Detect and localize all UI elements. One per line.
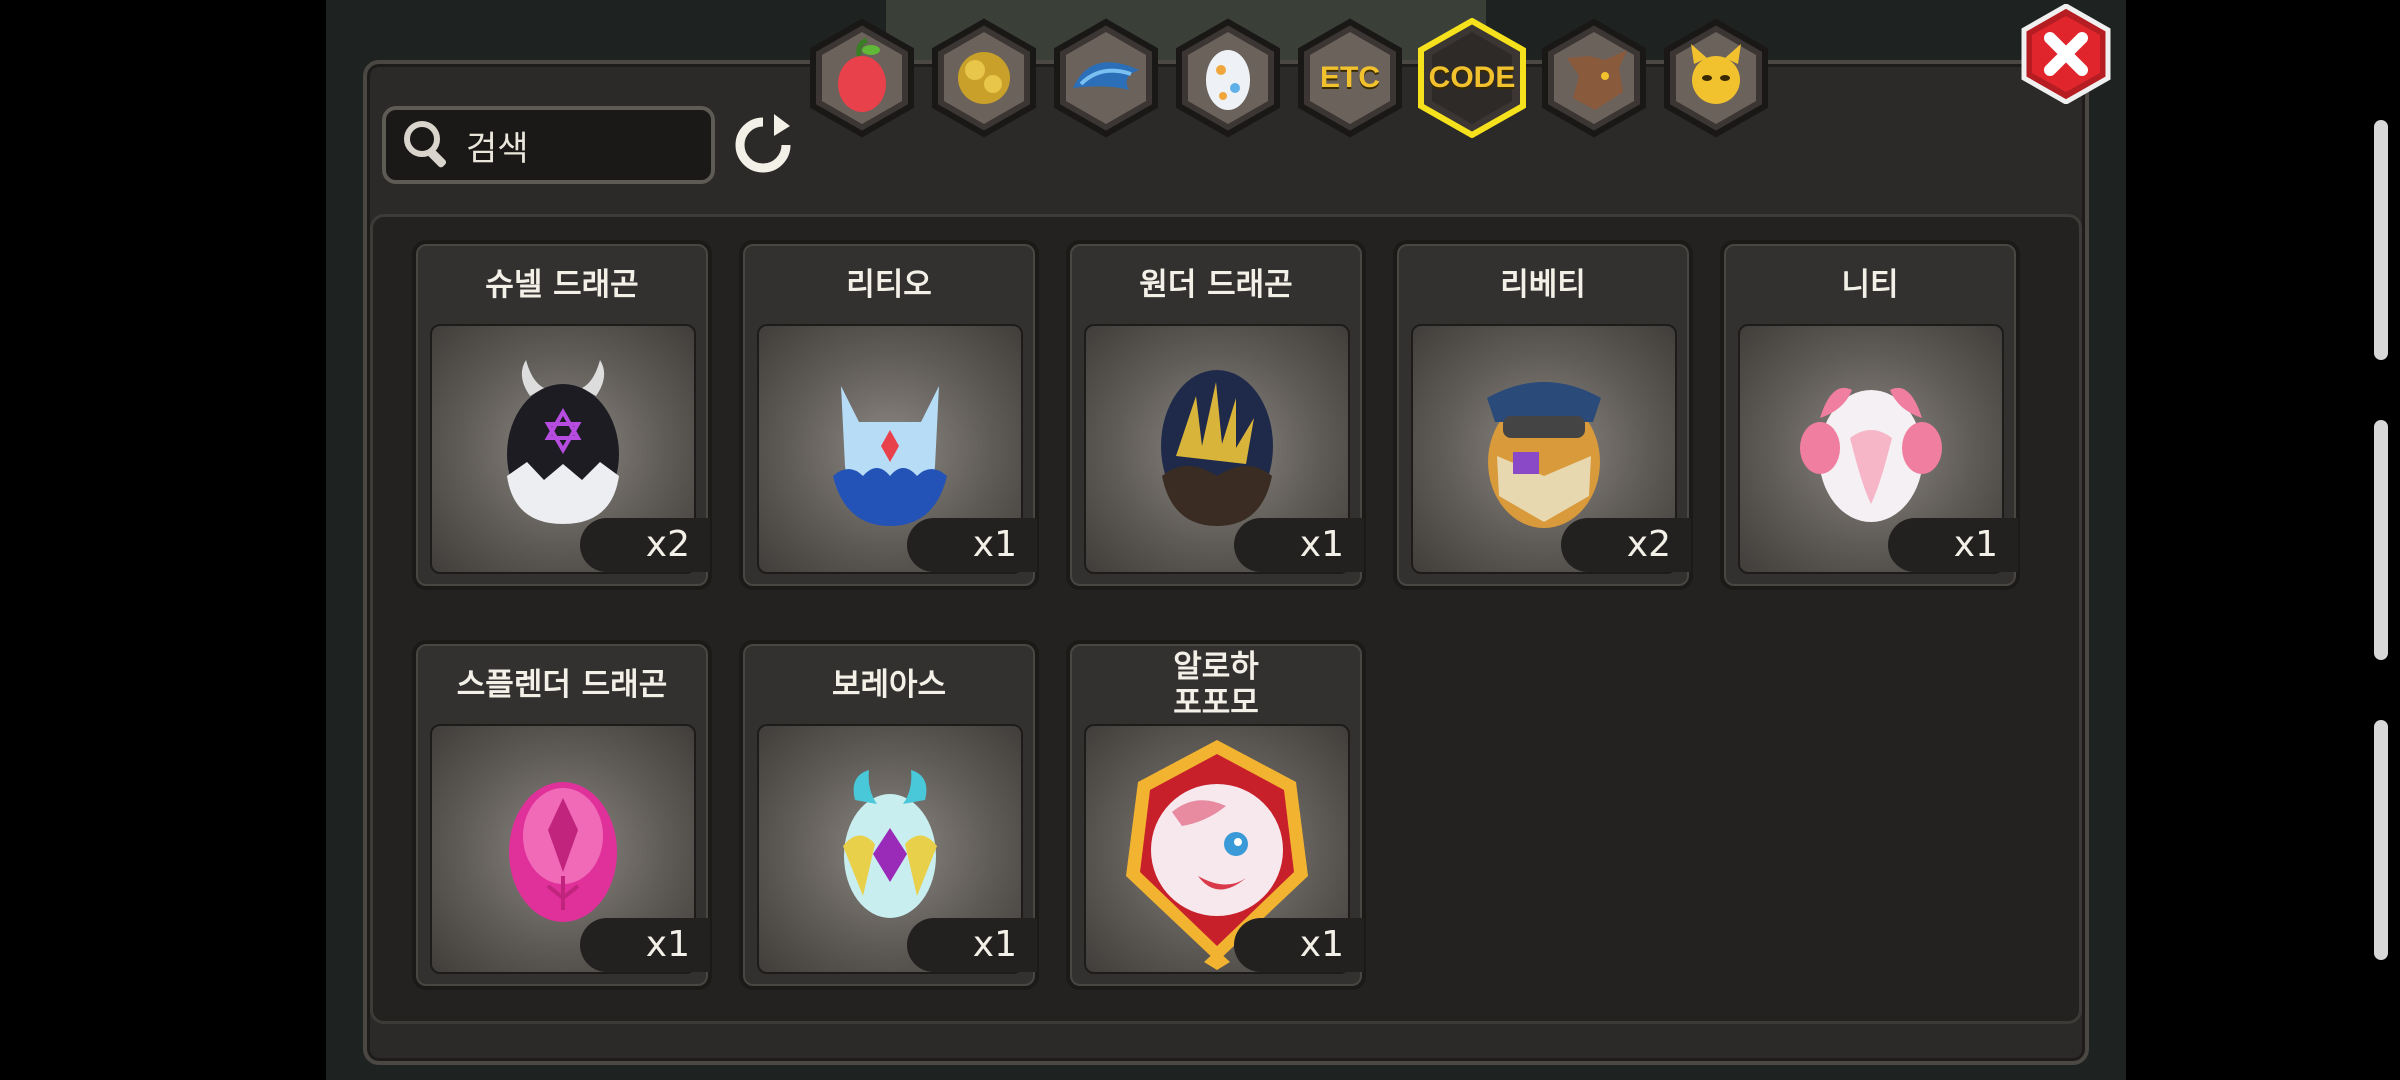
item-name: 원더 드래곤 <box>1139 267 1293 303</box>
item-name: 리티오 <box>846 267 932 303</box>
tab-code-label: CODE <box>1428 61 1516 94</box>
item-name: 슈넬 드래곤 <box>485 267 639 303</box>
item-count: x1 <box>907 918 1037 972</box>
item-name: 알로하 포포모 <box>1173 649 1259 721</box>
item-card[interactable]: 리티오 x1 <box>739 240 1039 590</box>
item-card[interactable]: 스플렌더 드래곤 x1 <box>412 640 712 990</box>
item-card[interactable]: 알로하 포포모 x1 <box>1066 640 1366 990</box>
item-count: x1 <box>1234 918 1364 972</box>
item-name: 니티 <box>1841 267 1899 303</box>
item-name: 보레아스 <box>831 667 947 703</box>
tab-etc[interactable]: ETC <box>1295 18 1405 138</box>
item-count: x1 <box>580 918 710 972</box>
item-card[interactable]: 슈넬 드래곤 x2 <box>412 240 712 590</box>
tab-demon[interactable] <box>1661 18 1771 138</box>
tab-gold[interactable] <box>929 18 1039 138</box>
tab-fruit[interactable] <box>807 18 917 138</box>
tab-code[interactable]: CODE <box>1417 18 1527 138</box>
item-count: x1 <box>907 518 1037 572</box>
item-count: x2 <box>580 518 710 572</box>
item-name: 리베티 <box>1500 267 1586 303</box>
item-card[interactable]: 니티 x1 <box>1720 240 2020 590</box>
close-button[interactable] <box>2020 4 2112 104</box>
scrollbar[interactable] <box>2374 720 2388 960</box>
item-card[interactable]: 리베티 x2 <box>1393 240 1693 590</box>
item-card[interactable]: 보레아스 x1 <box>739 640 1039 990</box>
item-count: x2 <box>1561 518 1691 572</box>
scrollbar[interactable] <box>2374 120 2388 360</box>
scrollbar[interactable] <box>2374 420 2388 660</box>
item-name: 스플렌더 드래곤 <box>456 667 668 703</box>
item-count: x1 <box>1888 518 2018 572</box>
item-count: x1 <box>1234 518 1364 572</box>
tab-dragon-wing[interactable] <box>1051 18 1161 138</box>
tab-egg[interactable] <box>1173 18 1283 138</box>
tab-wolf[interactable] <box>1539 18 1649 138</box>
item-card[interactable]: 원더 드래곤 x1 <box>1066 240 1366 590</box>
tab-etc-label: ETC <box>1320 61 1380 94</box>
